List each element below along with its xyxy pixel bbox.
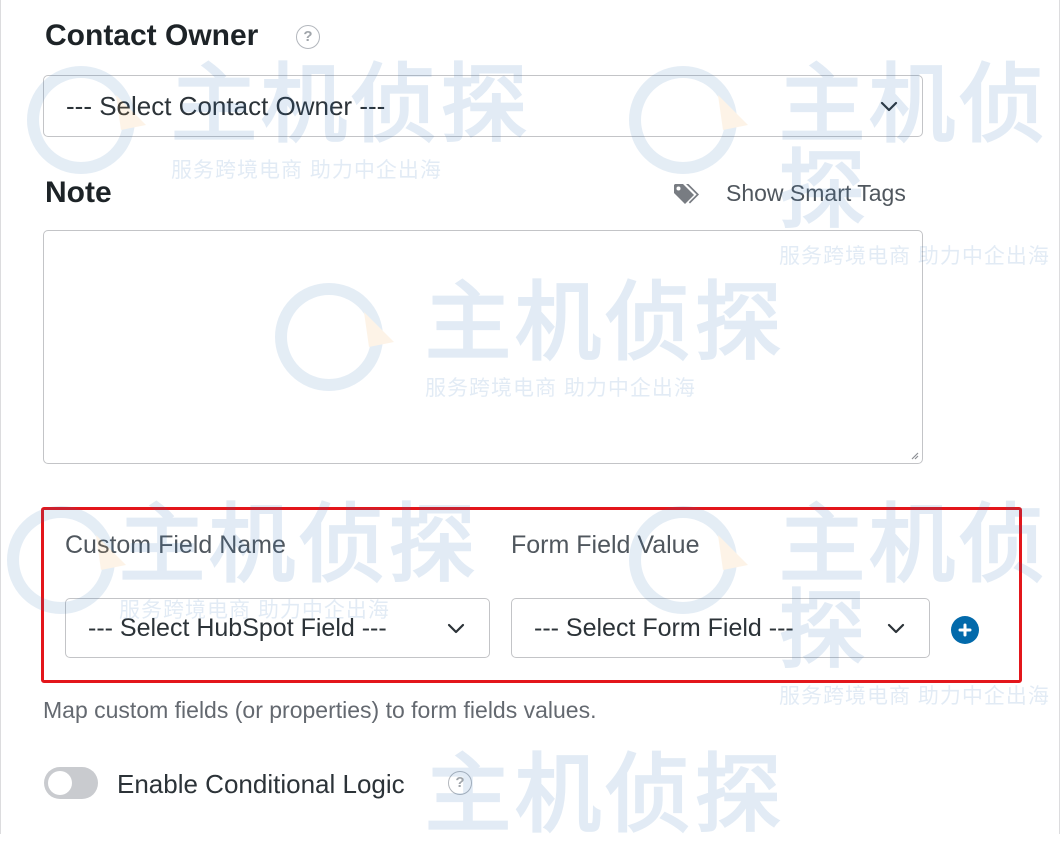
conditional-logic-label: Enable Conditional Logic [117,769,405,799]
watermark-title: 主机侦探 [425,747,785,843]
watermark: 主机侦探 [425,752,785,838]
tags-icon [674,183,699,204]
conditional-logic-help-icon[interactable]: ? [448,771,472,795]
settings-panel: Contact Owner ? --- Select Contact Owner… [0,0,1060,838]
watermark-globe-icon [7,506,126,614]
watermark-globe-icon [629,506,748,614]
watermark-globe-icon [275,283,394,391]
resize-grip-icon[interactable] [909,450,919,460]
chevron-down-icon [880,101,898,112]
custom-fields-help-text: Map custom fields (or properties) to for… [43,697,597,723]
chevron-down-icon [887,623,905,634]
contact-owner-help-icon[interactable]: ? [296,25,320,49]
plus-icon [958,623,972,637]
contact-owner-select[interactable]: --- Select Contact Owner --- [43,75,923,137]
toggle-knob [48,771,72,795]
watermark-globe-icon [629,66,748,174]
note-textarea[interactable] [43,230,923,464]
add-row-button[interactable] [951,616,979,644]
conditional-logic-toggle[interactable] [44,767,98,799]
watermark-subtitle: 服务跨境电商 助力中企出海 [779,685,1050,708]
chevron-down-icon [447,623,465,634]
watermark-globe-icon [27,66,146,174]
hubspot-field-select-value: --- Select HubSpot Field --- [88,613,387,642]
watermark-subtitle: 服务跨境电商 助力中企出海 [171,159,442,182]
contact-owner-label: Contact Owner [45,19,259,52]
